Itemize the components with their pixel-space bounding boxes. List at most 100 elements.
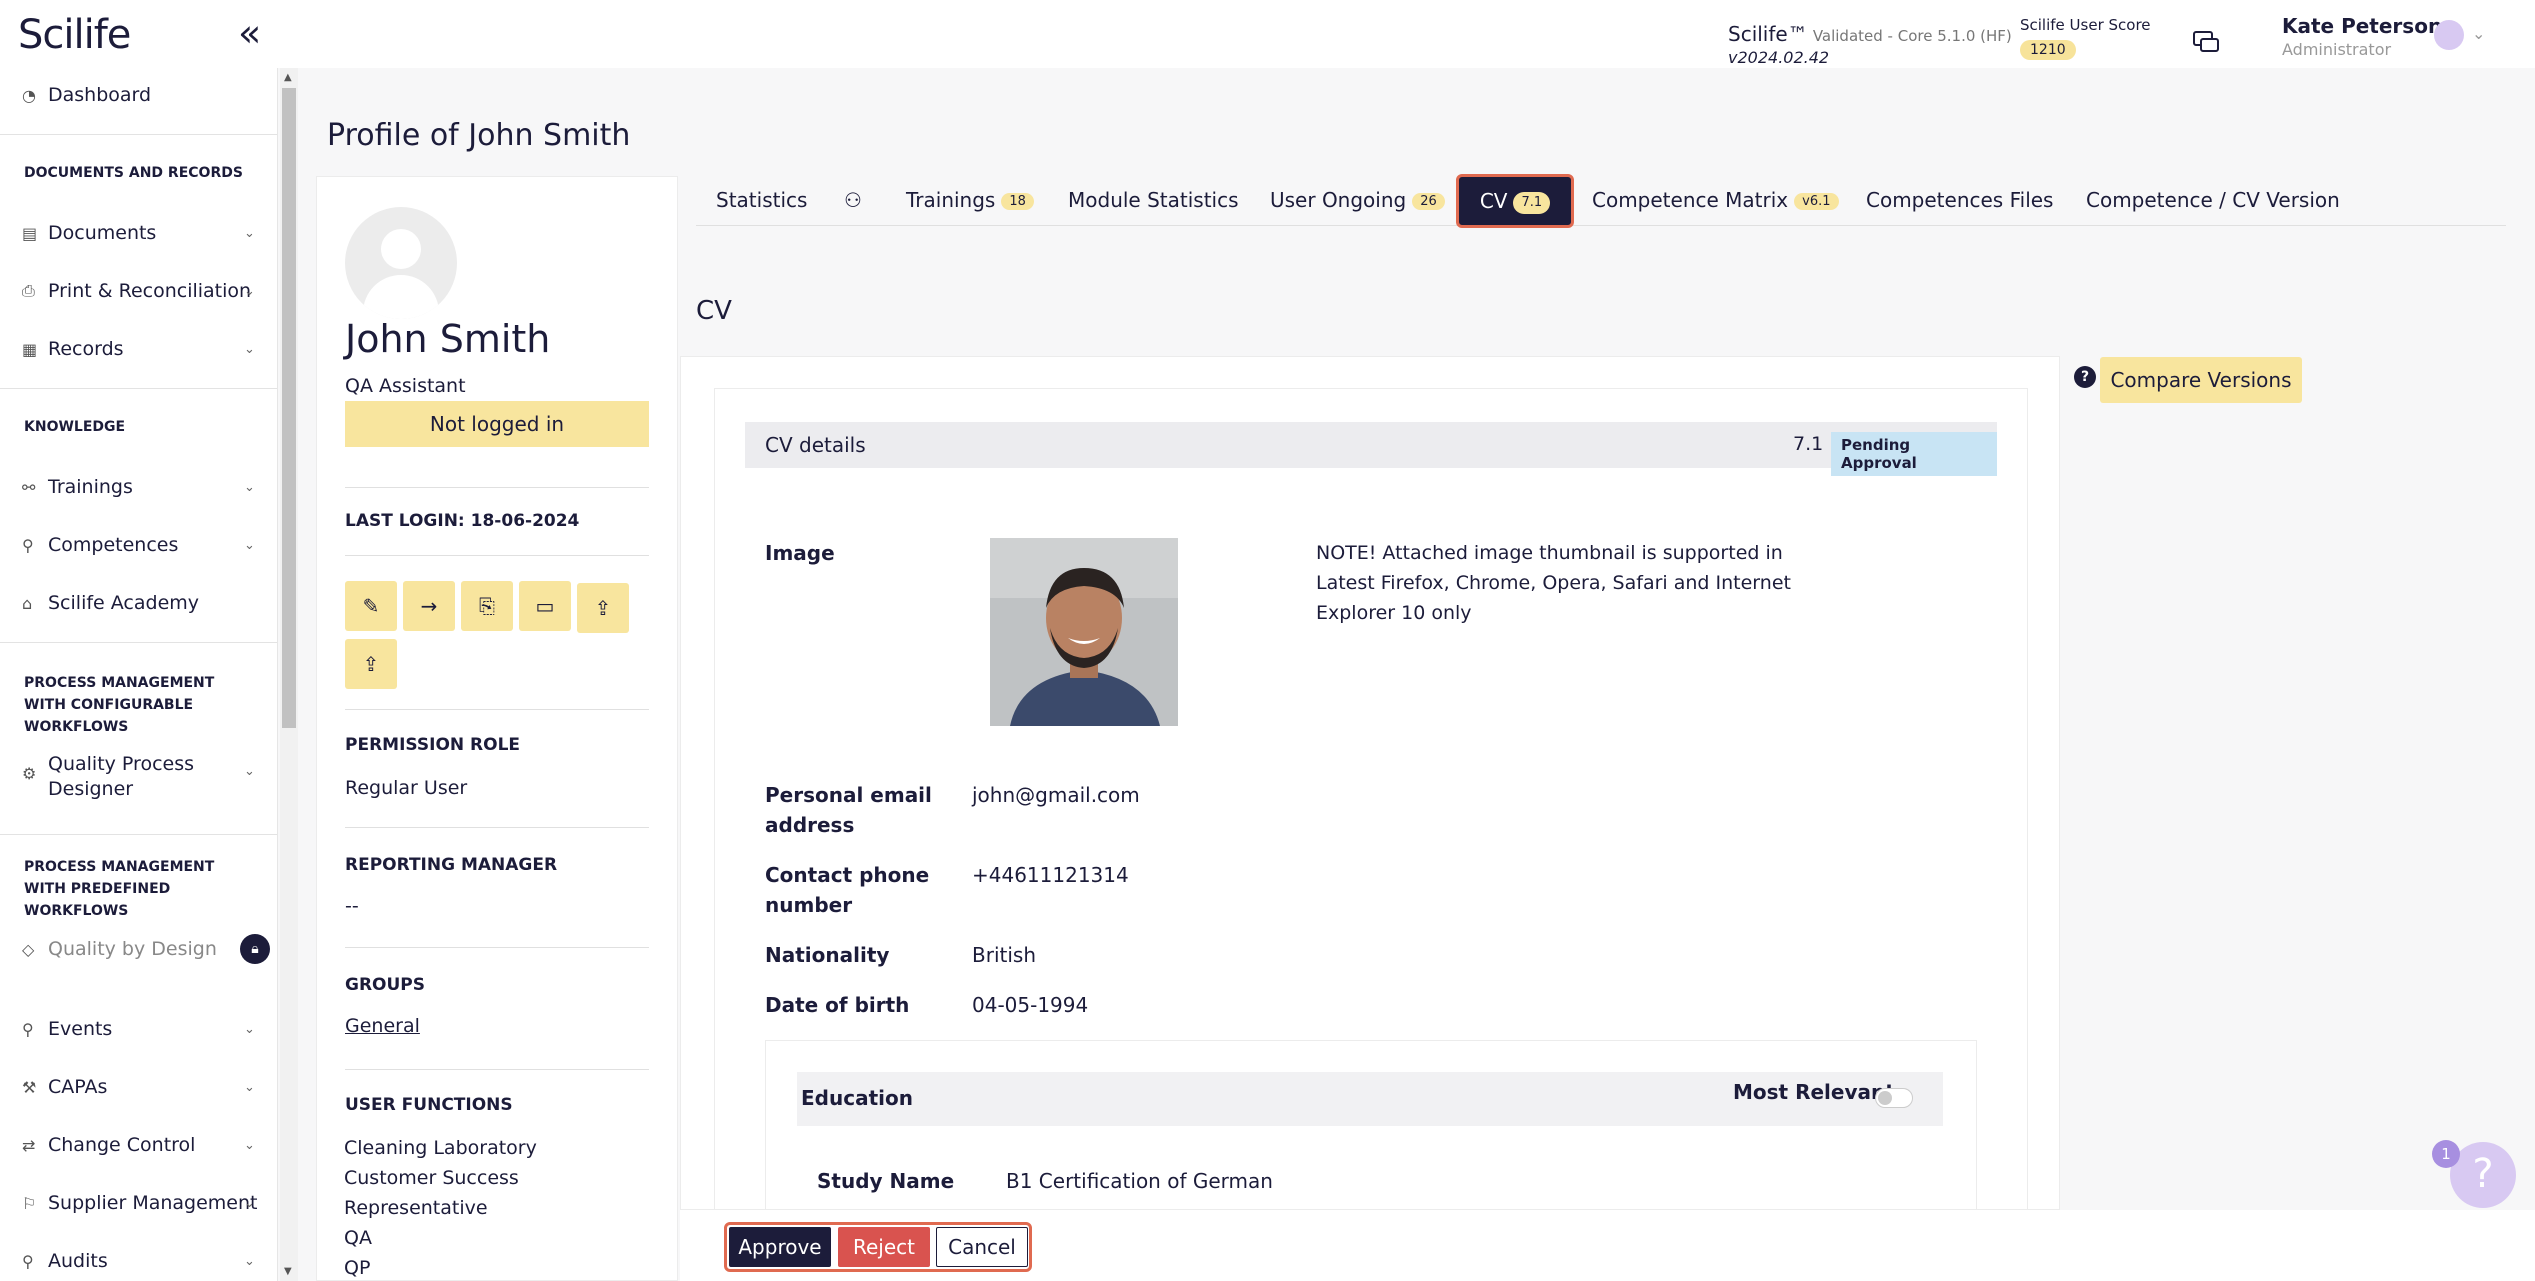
- sidebar-item-label: Scilife Academy: [48, 592, 200, 614]
- count-badge: v6.1: [1794, 193, 1839, 210]
- sidebar-item-capas[interactable]: ⚒ CAPAs ⌄: [22, 1076, 255, 1098]
- edit-button[interactable]: ✎: [345, 581, 397, 631]
- chevron-down-icon: ⌄: [244, 341, 255, 357]
- sidebar-item-academy[interactable]: ⌂ Scilife Academy: [22, 592, 199, 614]
- graduation-cap-icon: ⌂: [22, 593, 33, 613]
- email-label: Personal email address: [765, 783, 932, 837]
- sidebar-item-quality-process-designer[interactable]: ⚙ Quality Process Designer ⌄: [22, 752, 255, 802]
- users-icon: ⚇: [844, 188, 862, 212]
- tab-module-statistics[interactable]: Module Statistics: [1068, 188, 1239, 212]
- scroll-down-icon[interactable]: ▼: [284, 1266, 292, 1277]
- sidebar-item-supplier[interactable]: ⚐ Supplier Management ⌄: [22, 1192, 257, 1214]
- image-note: NOTE! Attached image thumbnail is suppor…: [1316, 542, 1791, 624]
- version-info: Scilife™ Validated - Core 5.1.0 (HF) v20…: [1728, 22, 2012, 67]
- compare-versions-button[interactable]: Compare Versions: [2100, 357, 2302, 403]
- phone-label: Contact phone number: [765, 863, 930, 917]
- list-item: Representative: [344, 1197, 488, 1219]
- tab-competence-cv-version[interactable]: Competence / CV Version: [2086, 188, 2340, 212]
- sidebar-item-label: Quality by Design: [48, 938, 217, 960]
- sidebar-item-change-control[interactable]: ⇄ Change Control ⌄: [22, 1134, 255, 1156]
- sidebar-item-label: Quality Process Designer: [48, 753, 195, 800]
- chevron-down-icon: ⌄: [244, 537, 255, 553]
- supplier-icon: ⚐: [22, 1193, 37, 1213]
- brand-name: Scilife™: [1728, 22, 1808, 46]
- count-badge: 7.1: [1513, 191, 1551, 214]
- user-menu[interactable]: Kate Peterson Administrator: [2282, 14, 2442, 59]
- sidebar-item-audits[interactable]: ⚲ Audits ⌄: [22, 1250, 255, 1272]
- chevron-down-icon: ⌄: [244, 225, 255, 241]
- group-link[interactable]: General: [345, 1015, 420, 1037]
- sidebar-divider: [0, 642, 277, 643]
- sidebar-item-trainings[interactable]: ⚯ Trainings ⌄: [22, 476, 255, 498]
- chevron-down-icon: ⌄: [244, 283, 255, 299]
- user-functions-list: Cleaning Laboratory Customer Success Rep…: [344, 1133, 537, 1281]
- sidebar-item-quality-by-design[interactable]: ◇ Quality by Design: [22, 938, 217, 960]
- audit-icon: ⚲: [22, 1251, 34, 1271]
- scilife-logo[interactable]: Scilife: [18, 12, 131, 58]
- question-icon[interactable]: ?: [2074, 366, 2096, 388]
- list-item: Customer Success: [344, 1167, 519, 1189]
- divider: [345, 555, 649, 556]
- tab-competences-files[interactable]: Competences Files: [1866, 188, 2053, 212]
- scrollbar-thumb[interactable]: [282, 88, 296, 728]
- sidebar-item-print[interactable]: ⎙ Print & Reconciliation ⌄: [22, 280, 255, 302]
- person-photo-icon: [990, 538, 1178, 726]
- avatar: [345, 207, 457, 319]
- cv-heading: CV: [696, 296, 732, 326]
- tab-trainings[interactable]: Trainings 18: [906, 188, 1034, 212]
- cancel-button[interactable]: Cancel: [936, 1227, 1028, 1267]
- sidebar-scrollbar[interactable]: ▲ ▼: [280, 68, 298, 1281]
- approve-button[interactable]: Approve: [729, 1227, 831, 1267]
- pencil-icon: ✎: [362, 594, 380, 618]
- tab-team[interactable]: ⚇: [844, 188, 862, 212]
- sidebar-section-knowledge: KNOWLEDGE: [24, 419, 126, 435]
- scroll-up-icon[interactable]: ▲: [284, 72, 292, 83]
- upload-button[interactable]: ⇪: [577, 583, 629, 633]
- profile-job-title: QA Assistant: [345, 375, 466, 397]
- cv-photo: [990, 538, 1178, 726]
- sidebar-item-label: Trainings: [48, 476, 133, 498]
- chevron-down-icon[interactable]: ⌄: [2472, 24, 2485, 43]
- tab-cv[interactable]: CV 7.1: [1456, 174, 1574, 228]
- design-icon: ◇: [22, 939, 35, 959]
- divider: [345, 1069, 649, 1070]
- sidebar-item-label: Print & Reconciliation: [48, 280, 252, 302]
- sidebar-item-dashboard[interactable]: ◔ Dashboard: [22, 84, 151, 106]
- divider: [345, 709, 649, 710]
- tab-competence-matrix[interactable]: Competence Matrix v6.1: [1592, 188, 1839, 212]
- list-item: Cleaning Laboratory: [344, 1137, 537, 1159]
- sidebar-item-label: Audits: [48, 1250, 108, 1272]
- most-relevant-toggle[interactable]: [1875, 1088, 1913, 1108]
- user-avatar[interactable]: [2434, 20, 2464, 50]
- collapse-sidebar-icon[interactable]: «: [238, 14, 261, 52]
- sidebar-item-events[interactable]: ⚲ Events ⌄: [22, 1018, 255, 1040]
- export-button[interactable]: ⇪: [345, 639, 397, 689]
- reject-button[interactable]: Reject: [838, 1227, 930, 1267]
- toggle-knob: [1878, 1091, 1892, 1105]
- assign-button[interactable]: →: [403, 581, 455, 631]
- sidebar: ◔ Dashboard DOCUMENTS AND RECORDS ▤ Docume…: [0, 68, 278, 1281]
- chat-icon[interactable]: [2192, 30, 2220, 56]
- sidebar-item-documents[interactable]: ▤ Documents ⌄: [22, 222, 255, 244]
- chevron-down-icon: ⌄: [244, 1253, 255, 1269]
- sidebar-section-configurable: PROCESS MANAGEMENT WITH CONFIGURABLE WOR…: [24, 675, 215, 735]
- pdf-icon: ⎘: [479, 594, 495, 618]
- dashboard-icon: ◔: [22, 85, 36, 105]
- tab-statistics[interactable]: Statistics: [716, 188, 807, 212]
- pin-icon: ⚲: [22, 1019, 34, 1039]
- permission-role-label: PERMISSION ROLE: [345, 735, 521, 755]
- folder-button[interactable]: ▭: [519, 581, 571, 631]
- nationality-label: Nationality: [765, 943, 890, 967]
- upload-icon: ⇪: [594, 596, 612, 620]
- sidebar-item-label: Dashboard: [48, 84, 152, 106]
- sidebar-item-competences[interactable]: ⚲ Competences ⌄: [22, 534, 255, 556]
- user-name: Kate Peterson: [2282, 14, 2443, 38]
- page-title: Profile of John Smith: [327, 118, 631, 153]
- last-login: LAST LOGIN: 18-06-2024: [345, 511, 580, 531]
- printer-icon: ⎙: [22, 281, 35, 300]
- sidebar-item-records[interactable]: ▦ Records ⌄: [22, 338, 255, 360]
- folder-icon: ▭: [535, 594, 555, 618]
- tab-user-ongoing[interactable]: User Ongoing 26: [1270, 188, 1445, 212]
- pdf-button[interactable]: ⎘: [461, 581, 513, 631]
- status-badge: Pending Approval: [1831, 432, 1997, 476]
